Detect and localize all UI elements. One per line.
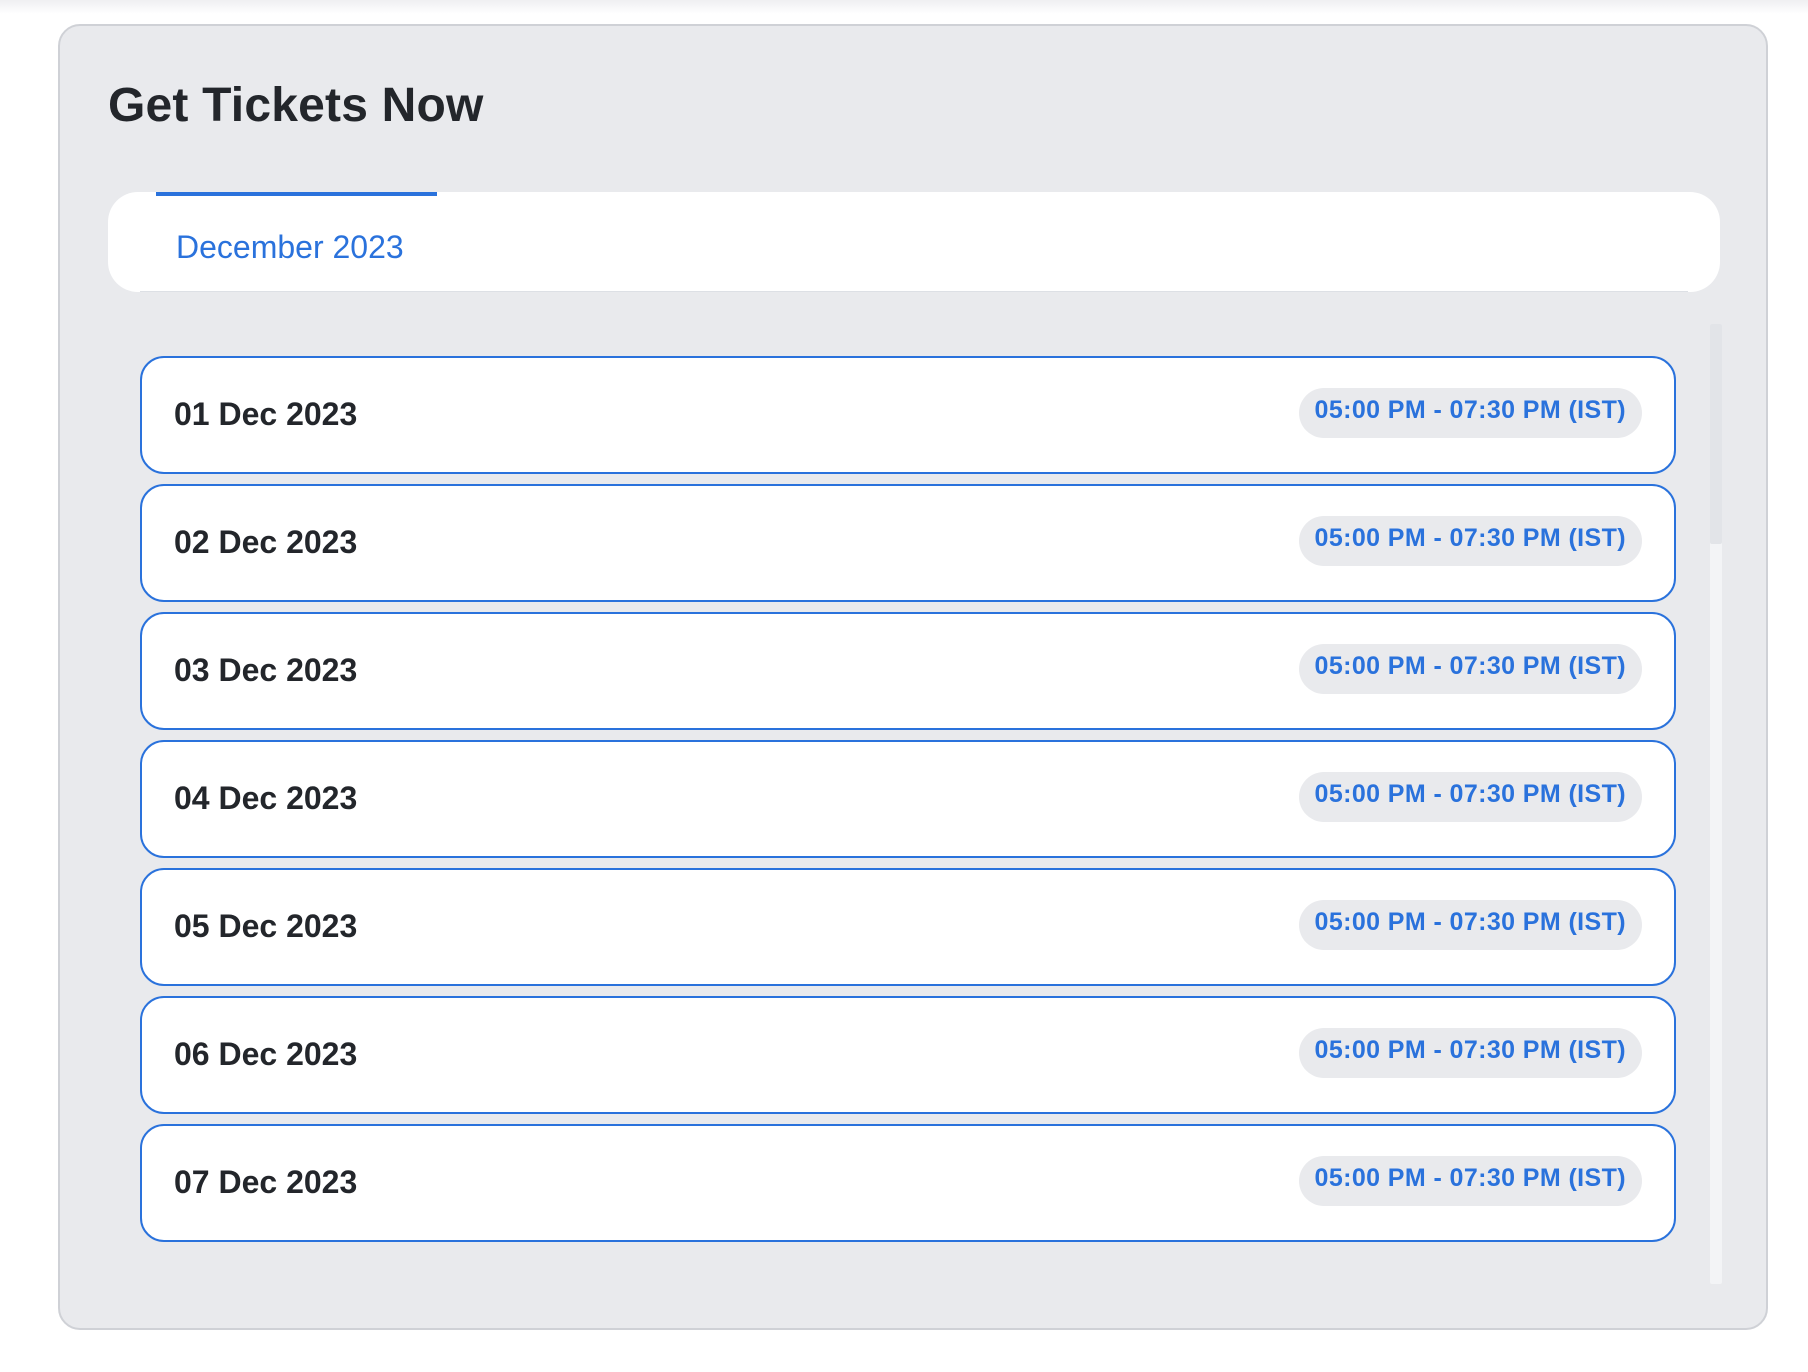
- page-top-shadow: [0, 0, 1808, 14]
- date-row[interactable]: 05 Dec 2023 05:00 PM - 07:30 PM (IST): [140, 868, 1676, 986]
- month-tab-bar: December 2023: [108, 192, 1720, 292]
- tab-label: December 2023: [176, 229, 404, 265]
- row-date: 07 Dec 2023: [174, 1164, 358, 1200]
- date-row[interactable]: 02 Dec 2023 05:00 PM - 07:30 PM (IST): [140, 484, 1676, 602]
- tab-divider: [140, 291, 1688, 292]
- tab-december-2023[interactable]: December 2023: [156, 192, 437, 291]
- row-date: 04 Dec 2023: [174, 780, 358, 816]
- tickets-card: Get Tickets Now December 2023 01 Dec 202…: [58, 24, 1768, 1330]
- row-date: 02 Dec 2023: [174, 524, 358, 560]
- row-date: 05 Dec 2023: [174, 908, 358, 944]
- scrollbar-thumb[interactable]: [1710, 324, 1722, 544]
- date-row[interactable]: 07 Dec 2023 05:00 PM - 07:30 PM (IST): [140, 1124, 1676, 1242]
- time-badge: 05:00 PM - 07:30 PM (IST): [1298, 1028, 1642, 1078]
- time-badge: 05:00 PM - 07:30 PM (IST): [1298, 388, 1642, 438]
- row-date: 01 Dec 2023: [174, 396, 358, 432]
- row-date: 03 Dec 2023: [174, 652, 358, 688]
- time-badge: 05:00 PM - 07:30 PM (IST): [1298, 900, 1642, 950]
- time-badge: 05:00 PM - 07:30 PM (IST): [1298, 644, 1642, 694]
- time-badge: 05:00 PM - 07:30 PM (IST): [1298, 1156, 1642, 1206]
- row-date: 06 Dec 2023: [174, 1036, 358, 1072]
- date-row[interactable]: 04 Dec 2023 05:00 PM - 07:30 PM (IST): [140, 740, 1676, 858]
- date-row[interactable]: 01 Dec 2023 05:00 PM - 07:30 PM (IST): [140, 356, 1676, 474]
- list-scrollbar[interactable]: [1710, 324, 1722, 1284]
- date-row[interactable]: 03 Dec 2023 05:00 PM - 07:30 PM (IST): [140, 612, 1676, 730]
- time-badge: 05:00 PM - 07:30 PM (IST): [1298, 516, 1642, 566]
- time-badge: 05:00 PM - 07:30 PM (IST): [1298, 772, 1642, 822]
- page-title: Get Tickets Now: [108, 79, 484, 132]
- date-row[interactable]: 06 Dec 2023 05:00 PM - 07:30 PM (IST): [140, 996, 1676, 1114]
